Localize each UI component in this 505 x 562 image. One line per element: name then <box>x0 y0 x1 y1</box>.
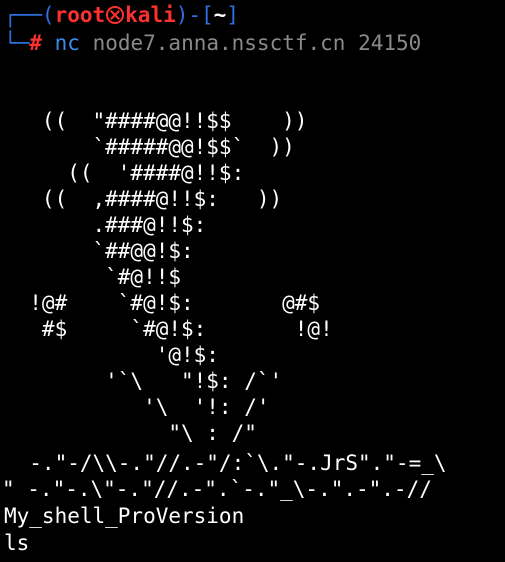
ascii-art-line: (( "####@@!!$$ )) <box>4 109 308 133</box>
prompt-command-line: └─# nc node7.anna.nssctf.cn 24150 <box>4 30 421 56</box>
ascii-art-line: "\ : /" <box>4 421 257 445</box>
ascii-art-line: " -."-.\"-."//.-".`-."_\-.".-".-// <box>2 477 432 501</box>
ascii-art-line: !@# `#@!$: @#$ <box>4 291 321 315</box>
shell-banner: My_shell_ProVersion <box>4 504 245 528</box>
shell-input[interactable]: ls <box>4 530 29 556</box>
ascii-art-line: (( ,####@!!$: )) <box>4 187 283 211</box>
ascii-art-line: `#####@@!$$` )) <box>4 135 295 159</box>
prompt-header: ┌──(root kali)-[~] <box>4 2 239 28</box>
prompt-host: kali <box>125 3 176 27</box>
ascii-art-line: '\ '!: /' <box>4 395 270 419</box>
ascii-art-line: -."-/\\-."//.-"/:`\."-.JrS"."-=_\ <box>4 451 447 475</box>
command-args: node7.anna.nssctf.cn 24150 <box>92 31 422 55</box>
ascii-art-line: '`\ "!$: /`' <box>4 369 283 393</box>
terminal-window[interactable]: ┌──(root kali)-[~] └─# nc node7.anna.nssc… <box>0 0 505 562</box>
ascii-art-line: `##@@!$: <box>4 239 194 263</box>
ascii-art-line: `#@!!$ <box>4 265 182 289</box>
prompt-user: root <box>54 3 106 27</box>
prompt-frame-open: ┌──( <box>4 3 55 27</box>
ascii-art-line: '@!$: <box>4 343 219 367</box>
ascii-art-line: (( '####@!!$: <box>4 161 245 185</box>
ascii-art-line: .###@!!$: <box>4 213 207 237</box>
command-name: nc <box>54 31 80 55</box>
ascii-art-line: #$ `#@!$: !@! <box>4 317 333 341</box>
kali-skull-icon <box>106 6 125 24</box>
prompt-branch: └─ <box>4 31 30 55</box>
prompt-hash: # <box>29 31 42 55</box>
prompt-cwd: ~ <box>213 3 227 27</box>
prompt-frame-close: ] <box>226 3 239 27</box>
prompt-frame-mid: )-[ <box>175 3 214 27</box>
